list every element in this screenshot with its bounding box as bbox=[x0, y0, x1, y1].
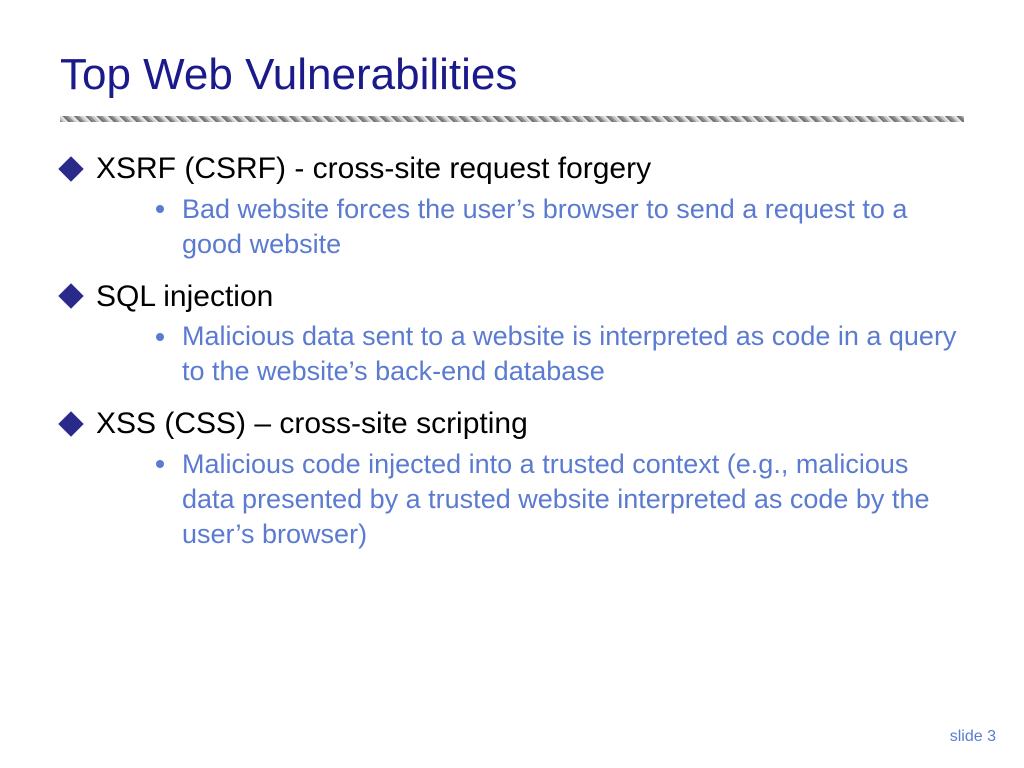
sub-list: Malicious data sent to a website is inte… bbox=[156, 319, 964, 389]
item-detail: Bad website forces the user’s browser to… bbox=[182, 194, 907, 259]
slide-title: Top Web Vulnerabilities bbox=[60, 50, 964, 100]
list-item: SQL injection Malicious data sent to a w… bbox=[60, 278, 964, 390]
sub-list-item: Malicious code injected into a trusted c… bbox=[156, 447, 964, 552]
slide: Top Web Vulnerabilities XSRF (CSRF) - cr… bbox=[0, 0, 1024, 768]
item-heading: XSRF (CSRF) - cross-site request forgery bbox=[96, 152, 651, 185]
sub-list-item: Malicious data sent to a website is inte… bbox=[156, 319, 964, 389]
item-heading: XSS (CSS) – cross-site scripting bbox=[96, 407, 528, 440]
list-item: XSS (CSS) – cross-site scripting Malicio… bbox=[60, 405, 964, 552]
bullet-list: XSRF (CSRF) - cross-site request forgery… bbox=[60, 150, 964, 552]
item-detail: Malicious data sent to a website is inte… bbox=[182, 321, 956, 386]
sub-list-item: Bad website forces the user’s browser to… bbox=[156, 192, 964, 262]
sub-list: Bad website forces the user’s browser to… bbox=[156, 192, 964, 262]
divider-bar bbox=[60, 116, 964, 122]
sub-list: Malicious code injected into a trusted c… bbox=[156, 447, 964, 552]
list-item: XSRF (CSRF) - cross-site request forgery… bbox=[60, 150, 964, 262]
slide-number: slide 3 bbox=[950, 728, 996, 746]
item-detail: Malicious code injected into a trusted c… bbox=[182, 449, 929, 549]
item-heading: SQL injection bbox=[96, 280, 273, 313]
